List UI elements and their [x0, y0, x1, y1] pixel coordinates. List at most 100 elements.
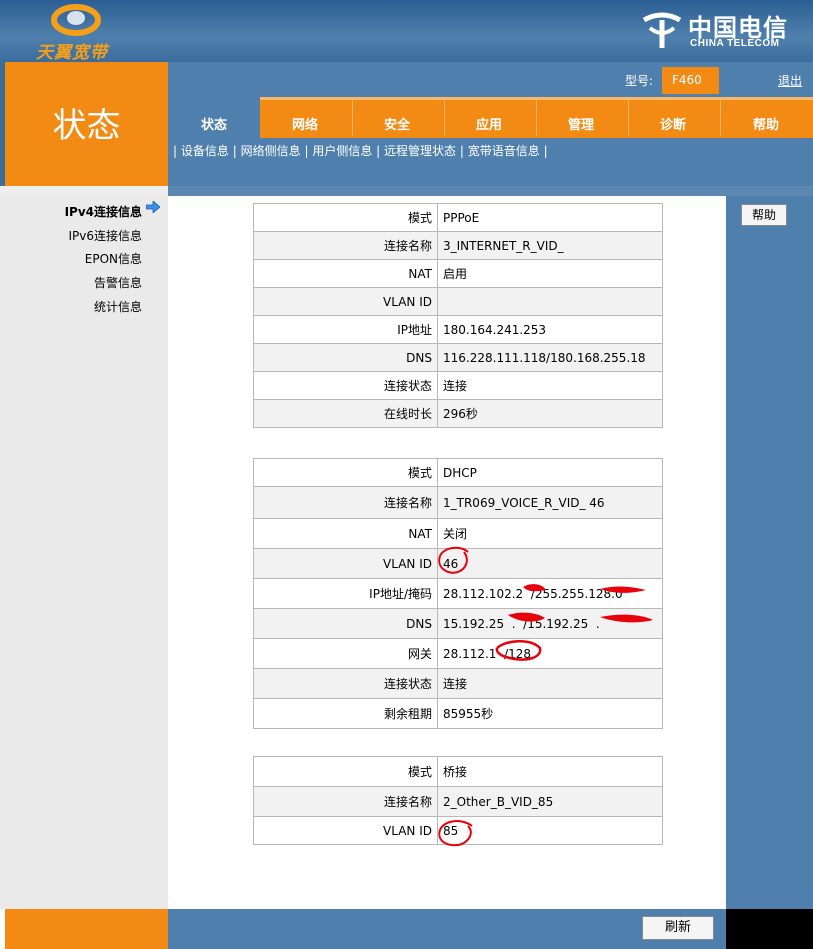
model-value: F460 — [672, 73, 702, 87]
table-row: 剩余租期 85955秒 — [253, 698, 663, 729]
row-key: 连接状态 — [253, 668, 438, 699]
row-value: 1_TR069_VOICE_R_VID_ 46 — [437, 486, 663, 519]
tab-help[interactable]: 帮助 — [753, 114, 779, 133]
top-banner: 天翼宽带 中国电信 CHINA TELECOM — [0, 0, 813, 63]
tab-status[interactable]: 状态 — [201, 114, 227, 133]
row-key: 连接名称 — [253, 786, 438, 817]
china-telecom-logo: 中国电信 CHINA TELECOM — [640, 6, 800, 56]
row-key: IP地址/掩码 — [253, 578, 438, 609]
table-row: 连接名称 1_TR069_VOICE_R_VID_ 46 — [253, 486, 663, 519]
model-label: 型号: — [625, 74, 654, 88]
table-row: 连接状态 连接 — [253, 371, 663, 400]
connection-table-dhcp: 模式 DHCP 连接名称 1_TR069_VOICE_R_VID_ 46 NAT 关闭… — [253, 458, 663, 729]
row-key: IP地址 — [253, 315, 438, 344]
row-value: 关闭 — [437, 518, 663, 549]
subnav-separator: | — [543, 144, 548, 158]
tab-management[interactable]: 管理 — [568, 114, 594, 133]
subnav-device-info[interactable]: 设备信息 — [181, 144, 229, 158]
table-row: DNS 116.228.111.118/180.168.255.18 — [253, 343, 663, 372]
footer-left — [5, 909, 168, 949]
row-key: DNS — [253, 343, 438, 372]
row-value: 46 — [437, 548, 663, 579]
tab-divider — [536, 100, 537, 136]
sidebar — [0, 196, 168, 909]
table-row: 在线时长 296秒 — [253, 399, 663, 428]
row-value — [437, 287, 663, 316]
table-row: NAT 启用 — [253, 259, 663, 288]
subnav-network-side-info[interactable]: 网络侧信息 — [241, 144, 301, 158]
row-key: 模式 — [253, 203, 438, 232]
sidebar-item-ipv6-connection-info[interactable]: IPv6连接信息 — [68, 227, 142, 244]
row-key: VLAN ID — [253, 816, 438, 845]
footer-right — [726, 909, 813, 949]
row-value: 28.112.102.2 /255.255.128.0 — [437, 578, 663, 609]
tab-divider — [720, 100, 721, 136]
table-row: VLAN ID 46 — [253, 548, 663, 579]
connection-table-bridge: 模式 桥接 连接名称 2_Other_B_VID_85 VLAN ID 85 — [253, 756, 663, 845]
table-row: 连接名称 3_INTERNET_R_VID_ — [253, 231, 663, 260]
row-value: 296秒 — [437, 399, 663, 428]
tab-application[interactable]: 应用 — [476, 114, 502, 133]
table-row: IP地址/掩码 28.112.102.2 /255.255.128.0 — [253, 578, 663, 609]
row-value: 桥接 — [437, 756, 663, 787]
logout-link[interactable]: 退出 — [778, 72, 802, 89]
row-value: DHCP — [437, 458, 663, 487]
row-value: 116.228.111.118/180.168.255.18 — [437, 343, 663, 372]
sidebar-item-alarm-info[interactable]: 告警信息 — [94, 274, 142, 291]
row-key: 网关 — [253, 638, 438, 669]
table-row: 网关 28.112.1 /128 — [253, 638, 663, 669]
page-title: 状态 — [52, 106, 121, 146]
refresh-button[interactable]: 刷新 — [642, 916, 714, 940]
tab-divider — [352, 100, 353, 136]
row-key: 剩余租期 — [253, 698, 438, 729]
tab-divider — [628, 100, 629, 136]
tab-diagnostics[interactable]: 诊断 — [660, 114, 686, 133]
tianyi-swirl-icon — [51, 4, 101, 36]
header-divider-left — [0, 186, 168, 196]
subnav-separator: | — [376, 144, 381, 158]
subnav-separator: | — [232, 144, 237, 158]
page-title-block: 状态 — [5, 62, 168, 186]
table-row: 模式 PPPoE — [253, 203, 663, 232]
table-row: VLAN ID 85 — [253, 816, 663, 845]
table-row: 模式 桥接 — [253, 756, 663, 787]
tab-security[interactable]: 安全 — [384, 114, 410, 133]
row-value: 连接 — [437, 668, 663, 699]
row-value: 15.192.25 . /15.192.25 . — [437, 608, 663, 639]
right-column — [726, 196, 813, 909]
arrow-right-icon — [146, 201, 160, 213]
row-value: 180.164.241.253 — [437, 315, 663, 344]
help-button[interactable]: 帮助 — [741, 204, 787, 226]
tianyi-broadband-logo: 天翼宽带 — [28, 2, 118, 63]
row-key: VLAN ID — [253, 548, 438, 579]
row-key: 连接状态 — [253, 371, 438, 400]
subnav-user-side-info[interactable]: 用户侧信息 — [312, 144, 372, 158]
subnav-separator: | — [304, 144, 309, 158]
china-telecom-en-text: CHINA TELECOM — [690, 38, 780, 49]
sub-navigation: | 设备信息 | 网络侧信息 | 用户侧信息 | 远程管理状态 | 宽带语音信息… — [173, 142, 548, 159]
subnav-separator: | — [459, 144, 464, 158]
row-key: 在线时长 — [253, 399, 438, 428]
row-key: 模式 — [253, 458, 438, 487]
row-key: NAT — [253, 259, 438, 288]
row-key: NAT — [253, 518, 438, 549]
table-row: NAT 关闭 — [253, 518, 663, 549]
subnav-broadband-voice-info[interactable]: 宽带语音信息 — [468, 144, 540, 158]
row-key: 连接名称 — [253, 486, 438, 519]
row-value: 85 — [437, 816, 663, 845]
row-value: 启用 — [437, 259, 663, 288]
row-value: 3_INTERNET_R_VID_ — [437, 231, 663, 260]
sidebar-item-epon-info[interactable]: EPON信息 — [85, 250, 142, 267]
row-value: 85955秒 — [437, 698, 663, 729]
subnav-separator: | — [173, 144, 178, 158]
table-row: 模式 DHCP — [253, 458, 663, 487]
row-key: 模式 — [253, 756, 438, 787]
row-value: 28.112.1 /128 — [437, 638, 663, 669]
table-row: 连接状态 连接 — [253, 668, 663, 699]
connection-table-pppoe: 模式 PPPoE 连接名称 3_INTERNET_R_VID_ NAT 启用 VLAN… — [253, 203, 663, 428]
subnav-remote-management-status[interactable]: 远程管理状态 — [384, 144, 456, 158]
sidebar-item-ipv4-connection-info[interactable]: IPv4连接信息 — [65, 203, 142, 220]
table-row: 连接名称 2_Other_B_VID_85 — [253, 786, 663, 817]
sidebar-item-statistics-info[interactable]: 统计信息 — [94, 298, 142, 315]
tab-network[interactable]: 网络 — [292, 114, 318, 133]
